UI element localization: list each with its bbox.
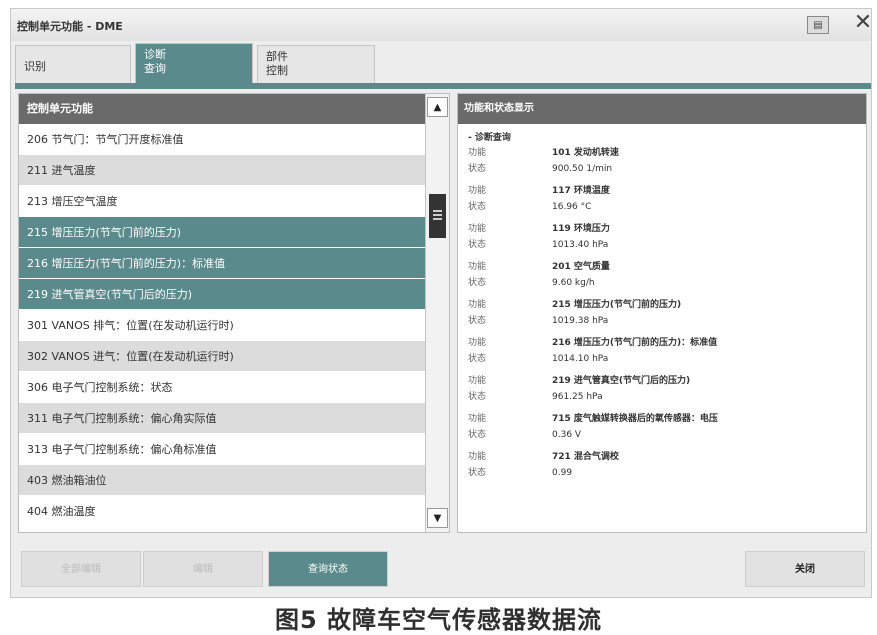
title-bar: 控制单元功能 - DME ▤ ✕ [11, 9, 872, 41]
status-value: 9.60 kg/h [552, 278, 595, 288]
list-item[interactable]: 206 节气门：节气门开度标准值 [19, 124, 425, 155]
edit-button[interactable]: 编辑 [143, 551, 263, 587]
list-item-selected[interactable]: 216 增压压力(节气门前的压力)：标准值 [19, 248, 425, 279]
printer-icon[interactable]: ▤ [807, 16, 829, 34]
status-value: 900.50 1/min [552, 164, 613, 174]
function-label: 功能 [468, 300, 487, 310]
query-status-button[interactable]: 查询状态 [268, 551, 388, 587]
status-label: 状态 [468, 392, 487, 402]
status-display-panel: 功能和状态显示 - 诊断查询 功能 101 发动机转速 状态 900.50 1/mi… [457, 93, 867, 533]
function-label: 功能 [468, 414, 487, 424]
tab-underline [15, 83, 871, 89]
list-item[interactable]: 311 电子气门控制系统：偏心角实际值 [19, 403, 425, 434]
status-label: 状态 [468, 354, 487, 364]
status-label: 状态 [468, 202, 487, 212]
function-value: 715 废气触媒转换器后的氧传感器：电压 [552, 414, 718, 424]
status-value: 0.36 V [552, 430, 582, 440]
status-value: 961.25 hPa [552, 392, 603, 402]
function-value: 215 增压压力(节气门前的压力) [552, 300, 682, 310]
list-item[interactable]: 404 燃油温度 [19, 496, 425, 527]
window-title: 控制单元功能 - DME [17, 20, 123, 33]
status-label: 状态 [468, 316, 487, 326]
function-value: 101 发动机转速 [552, 148, 619, 158]
list-item-selected[interactable]: 215 增压压力(节气门前的压力) [19, 217, 425, 248]
list-item[interactable]: 403 燃油箱油位 [19, 465, 425, 496]
function-value: 119 环境压力 [552, 224, 610, 234]
status-entry: 功能 216 增压压力(节气门前的压力)：标准值 状态 1014.10 hPa [468, 335, 866, 367]
function-value: 201 空气质量 [552, 262, 610, 272]
list-item[interactable]: 211 进气温度 [19, 155, 425, 186]
function-label: 功能 [468, 338, 487, 348]
function-label: 功能 [468, 186, 487, 196]
status-entry: 功能 219 进气管真空(节气门后的压力) 状态 961.25 hPa [468, 373, 866, 405]
close-icon[interactable]: ✕ [851, 10, 875, 35]
function-value: 117 环境温度 [552, 186, 610, 196]
function-label: 功能 [468, 376, 487, 386]
list-item[interactable]: 213 增压空气温度 [19, 186, 425, 217]
scroll-thumb[interactable] [429, 194, 446, 238]
status-entry: 功能 215 增压压力(节气门前的压力) 状态 1019.38 hPa [468, 297, 866, 329]
status-entry: 功能 117 环境温度 状态 16.96 °C [468, 183, 866, 215]
status-value: 1014.10 hPa [552, 354, 609, 364]
list-item[interactable]: 313 电子气门控制系统：偏心角标准值 [19, 434, 425, 465]
tab-identification[interactable]: 识别 [15, 45, 131, 83]
close-button[interactable]: 关闭 [745, 551, 865, 587]
scroll-down-icon[interactable]: ▼ [427, 508, 448, 528]
status-label: 状态 [468, 278, 487, 288]
list-item[interactable]: 302 VANOS 进气：位置(在发动机运行时) [19, 341, 425, 372]
function-list: 206 节气门：节气门开度标准值 211 进气温度 213 增压空气温度 215… [19, 124, 425, 527]
list-item[interactable]: 301 VANOS 排气：位置(在发动机运行时) [19, 310, 425, 341]
function-value: 219 进气管真空(节气门后的压力) [552, 376, 691, 386]
list-item[interactable]: 306 电子气门控制系统：状态 [19, 372, 425, 403]
dialog-window: 控制单元功能 - DME ▤ ✕ 识别 诊断 查询 部件 控制 控制单元功能 2… [10, 8, 872, 598]
status-value: 1013.40 hPa [552, 240, 609, 250]
status-entry: 功能 201 空气质量 状态 9.60 kg/h [468, 259, 866, 291]
status-display-header: 功能和状态显示 [458, 94, 866, 124]
status-entry: 功能 101 发动机转速 状态 900.50 1/min [468, 145, 866, 177]
function-label: 功能 [468, 224, 487, 234]
status-entry: 功能 119 环境压力 状态 1013.40 hPa [468, 221, 866, 253]
function-value: 216 增压压力(节气门前的压力)：标准值 [552, 338, 718, 348]
section-title: - 诊断查询 [468, 133, 511, 143]
status-label: 状态 [468, 164, 487, 174]
function-value: 721 混合气调校 [552, 452, 619, 462]
tab-diagnostic-query[interactable]: 诊断 查询 [135, 43, 253, 85]
scrollbar[interactable]: ▲ ▼ [425, 94, 449, 532]
scroll-up-icon[interactable]: ▲ [427, 97, 448, 117]
status-entry: 功能 715 废气触媒转换器后的氧传感器：电压 状态 0.36 V [468, 411, 866, 443]
function-list-header: 控制单元功能 [19, 94, 449, 124]
status-value: 1019.38 hPa [552, 316, 609, 326]
function-label: 功能 [468, 262, 487, 272]
function-label: 功能 [468, 452, 487, 462]
function-list-panel: 控制单元功能 206 节气门：节气门开度标准值 211 进气温度 213 增压空… [18, 93, 450, 533]
status-label: 状态 [468, 468, 487, 478]
status-entry: 功能 721 混合气调校 状态 0.99 [468, 449, 866, 481]
edit-all-button[interactable]: 全部编辑 [21, 551, 141, 587]
status-label: 状态 [468, 240, 487, 250]
tab-component-control[interactable]: 部件 控制 [257, 45, 375, 83]
status-label: 状态 [468, 430, 487, 440]
function-label: 功能 [468, 148, 487, 158]
list-item-selected[interactable]: 219 进气管真空(节气门后的压力) [19, 279, 425, 310]
status-value: 16.96 °C [552, 202, 592, 212]
status-value: 0.99 [552, 468, 573, 478]
